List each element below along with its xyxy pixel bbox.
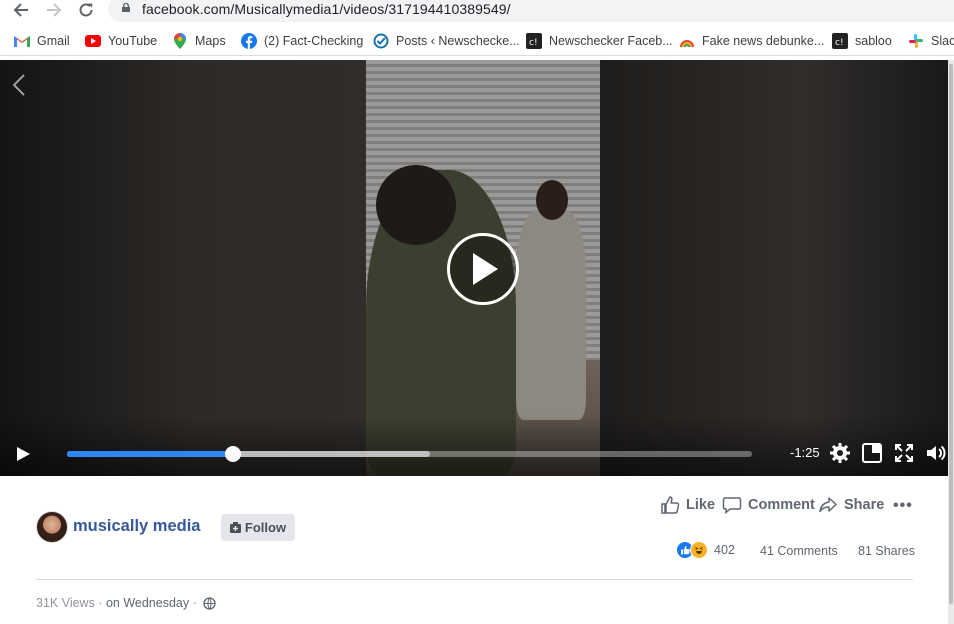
scrollbar-thumb[interactable]	[949, 64, 953, 604]
more-options-icon[interactable]: •••	[893, 497, 913, 515]
newschecker-logo-icon: c!	[526, 33, 542, 49]
comment-button[interactable]: Comment	[722, 494, 815, 516]
play-overlay-button[interactable]	[447, 233, 519, 305]
progress-bar[interactable]	[67, 446, 752, 462]
back-chevron-icon[interactable]	[10, 72, 28, 98]
bookmark-maps[interactable]: Maps	[172, 32, 226, 50]
fullscreen-icon[interactable]	[893, 442, 915, 464]
bookmark-label: sabloo	[855, 34, 892, 48]
newschecker-logo-icon: c!	[832, 33, 848, 49]
separator-dot: ·	[94, 596, 106, 610]
miniplayer-icon[interactable]	[861, 442, 883, 464]
youtube-icon	[85, 33, 101, 49]
follow-label: Follow	[244, 520, 287, 535]
video-player[interactable]: -1:25	[0, 60, 948, 476]
lock-icon	[122, 3, 130, 12]
bookmark-label: Maps	[195, 34, 226, 48]
haha-reaction-icon	[690, 541, 708, 559]
video-figure	[376, 165, 456, 245]
rainbow-icon	[679, 33, 695, 49]
comment-count[interactable]: 41 Comments	[760, 544, 838, 558]
page-name-link[interactable]: musically media	[73, 517, 200, 536]
bookmark-label: Slac	[931, 34, 954, 48]
gmail-icon	[14, 33, 30, 49]
url-text[interactable]: facebook.com/Musicallymedia1/videos/3171…	[142, 1, 511, 17]
forward-arrow-icon[interactable]	[43, 0, 65, 20]
separator-dot: ·	[189, 596, 197, 610]
like-button[interactable]: Like	[660, 494, 715, 516]
video-figure	[516, 210, 586, 420]
progress-played	[67, 451, 234, 457]
svg-text:c!: c!	[835, 38, 844, 48]
comment-icon	[722, 497, 742, 515]
follow-icon	[229, 522, 241, 533]
bookmark-label: Gmail	[37, 34, 70, 48]
bookmark-slack[interactable]: Slac	[908, 32, 954, 50]
bookmark-posts-newschecker[interactable]: Posts ‹ Newschecke...	[373, 32, 520, 50]
view-count: 31K Views	[36, 596, 95, 610]
bookmark-fact-checking[interactable]: (2) Fact-Checking	[241, 32, 363, 50]
share-label: Share	[844, 497, 885, 513]
globe-icon	[203, 596, 216, 610]
bookmark-label: Posts ‹ Newschecke...	[396, 34, 520, 48]
bookmark-label: (2) Fact-Checking	[264, 34, 364, 48]
reaction-count: 402	[714, 543, 735, 557]
play-button[interactable]	[12, 444, 34, 464]
time-remaining: -1:25	[790, 445, 820, 460]
play-icon	[473, 253, 498, 285]
video-figure	[536, 180, 568, 220]
follow-button[interactable]: Follow	[221, 514, 295, 541]
post-date[interactable]: on Wednesday	[106, 596, 189, 610]
facebook-icon	[241, 33, 257, 49]
bookmark-sabloo[interactable]: c! sabloo	[832, 32, 892, 50]
share-icon	[819, 497, 837, 513]
avatar[interactable]	[36, 511, 68, 543]
volume-icon[interactable]	[925, 442, 947, 464]
share-count[interactable]: 81 Shares	[858, 544, 915, 558]
bookmark-gmail[interactable]: Gmail	[14, 32, 70, 50]
comment-label: Comment	[748, 497, 815, 513]
bookmark-label: Newschecker Faceb...	[549, 34, 673, 48]
bookmark-fake-news-debunker[interactable]: Fake news debunke...	[679, 32, 824, 50]
post-meta: 31K Views · on Wednesday ·	[36, 596, 216, 610]
bookmark-newschecker-facebook[interactable]: c! Newschecker Faceb...	[526, 32, 673, 50]
bookmark-label: YouTube	[108, 34, 158, 48]
settings-gear-icon[interactable]	[829, 442, 851, 464]
divider	[36, 579, 913, 580]
svg-text:c!: c!	[529, 38, 538, 48]
reaction-summary[interactable]: 402	[676, 540, 735, 560]
back-arrow-icon[interactable]	[10, 0, 32, 20]
slack-icon	[908, 33, 924, 49]
maps-icon	[172, 33, 188, 49]
newschecker-icon	[373, 33, 389, 49]
browser-toolbar: facebook.com/Musicallymedia1/videos/3171…	[0, 0, 954, 24]
thumbs-up-icon	[661, 496, 680, 514]
reload-icon[interactable]	[75, 0, 97, 20]
bookmark-label: Fake news debunke...	[702, 34, 825, 48]
like-label: Like	[686, 497, 716, 513]
bookmarks-bar: Gmail YouTube Maps (2) Fact-Checking Pos…	[0, 26, 954, 56]
bookmark-youtube[interactable]: YouTube	[85, 32, 157, 50]
share-button[interactable]: Share	[818, 494, 884, 516]
